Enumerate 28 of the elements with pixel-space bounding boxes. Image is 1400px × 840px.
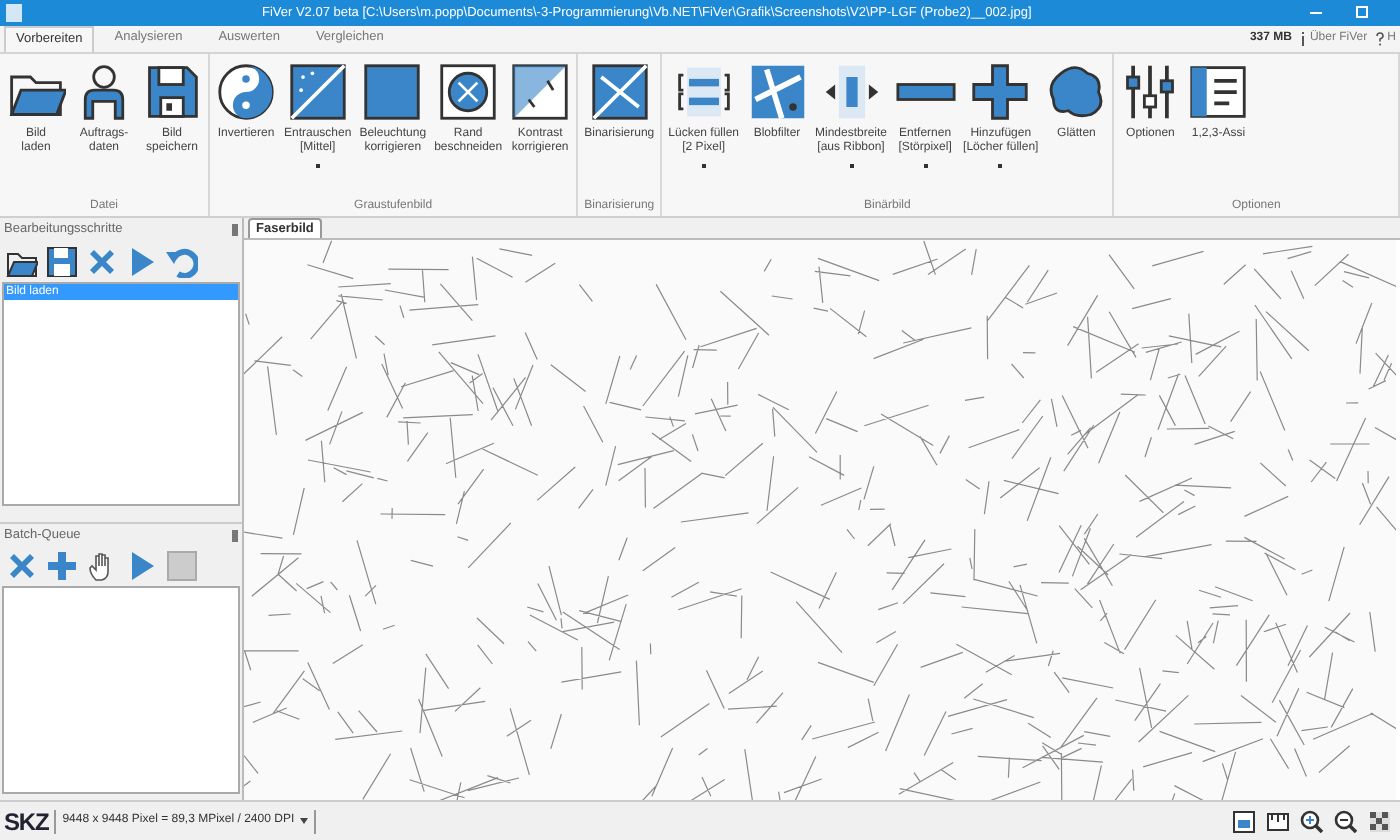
dropdown-icon[interactable] (300, 818, 309, 824)
play-icon[interactable] (126, 550, 158, 582)
yin-yang-icon (216, 62, 276, 122)
ruler-icon[interactable] (1266, 809, 1290, 833)
undo-icon[interactable] (166, 246, 198, 278)
min-width-icon (821, 62, 882, 122)
pin-icon[interactable] (232, 529, 238, 541)
noise-square-icon (287, 62, 348, 122)
delete-icon[interactable] (6, 550, 38, 582)
checker-icon[interactable] (1368, 809, 1392, 833)
plus-icon (970, 62, 1031, 122)
plus-icon[interactable] (46, 550, 78, 582)
binarize-square-icon (589, 62, 650, 122)
blob-icon (1046, 62, 1107, 122)
play-icon[interactable] (126, 246, 158, 278)
square-icon (362, 62, 423, 122)
blob-square-icon (747, 62, 807, 122)
logo: SKZ (4, 805, 49, 839)
maximize-icon[interactable] (1356, 6, 1368, 18)
wizard-icon (1188, 62, 1249, 122)
info-icon (1299, 32, 1306, 46)
zoom-in-icon[interactable] (1300, 809, 1324, 833)
gap-fill-icon (673, 62, 734, 122)
app-icon (6, 4, 22, 22)
image-icon[interactable] (1232, 809, 1256, 833)
contrast-square-icon (510, 62, 571, 122)
help-icon (1375, 32, 1384, 46)
zoom-out-icon[interactable] (1334, 809, 1358, 833)
